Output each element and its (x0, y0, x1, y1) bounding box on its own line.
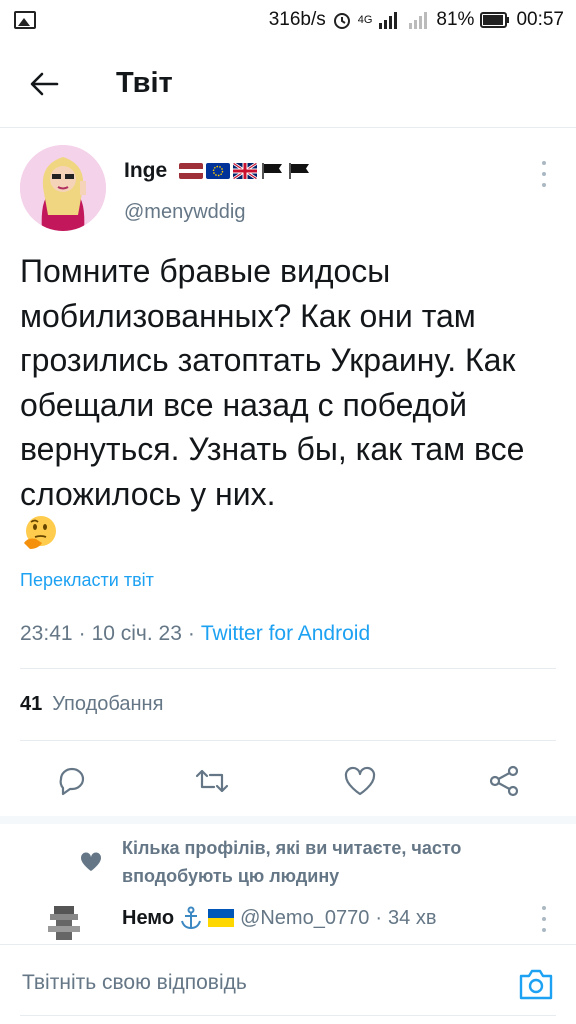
avatar[interactable] (20, 145, 106, 231)
camera-icon (519, 969, 553, 1000)
likes-label: Уподобання (52, 693, 164, 715)
clock: 00:57 (516, 9, 564, 30)
battery-percent: 81% (436, 9, 475, 30)
share-icon (489, 765, 519, 797)
separator-dot: · (187, 622, 195, 645)
back-button[interactable] (14, 54, 74, 114)
tweet-text: Помните бравые видосы мобилизованных? Ка… (20, 253, 525, 512)
avatar-image (20, 145, 106, 231)
black-flag-icon (262, 163, 283, 179)
eu-flag-icon (206, 163, 231, 179)
arrow-left-icon (30, 72, 59, 95)
tweet-actions (0, 755, 576, 805)
section-separator (0, 816, 576, 824)
tweet-detail: Inge @menywddig (0, 129, 576, 239)
divider (20, 740, 556, 741)
network-speed: 316b/s (268, 9, 326, 30)
signal-icon (379, 12, 398, 29)
uk-flag-icon (233, 163, 258, 179)
heart-icon (80, 852, 102, 871)
reply-tweet[interactable]: Немо @Nemo_0770 · 34 хв (0, 896, 576, 946)
anchor-icon (181, 906, 202, 930)
battery-icon (480, 12, 510, 28)
camera-button[interactable] (518, 967, 554, 1001)
author-name[interactable]: Inge (124, 159, 311, 183)
network-type: 4G (357, 14, 373, 26)
tweet-client-link[interactable]: Twitter for Android (201, 622, 370, 646)
reply-input[interactable] (22, 971, 462, 995)
tweet-date: 10 січ. 23 (91, 622, 182, 645)
tweet-time: 23:41 (20, 622, 73, 645)
composer-underline (20, 1015, 556, 1016)
author-flags (179, 163, 311, 179)
reply-more-options-button[interactable] (534, 906, 554, 932)
tweet-meta: 23:41 · 10 січ. 23 · Twitter for Android (20, 622, 370, 646)
share-button[interactable] (486, 763, 522, 799)
black-flag-icon (289, 163, 310, 179)
author-handle[interactable]: @menywddig (124, 201, 245, 224)
social-context-text: Кілька профілів, які ви читаєте, часто в… (122, 838, 462, 886)
retweet-button[interactable] (194, 763, 230, 799)
reply-button[interactable] (54, 763, 90, 799)
dot (542, 906, 546, 910)
top-app-bar: Твіт (0, 40, 576, 128)
latvia-flag-icon (179, 163, 204, 179)
likes-count-link[interactable]: 41 Уподобання (20, 693, 163, 716)
reply-time: 34 хв (388, 906, 437, 929)
reply-composer (0, 944, 576, 1024)
translate-tweet-link[interactable]: Перекласти твіт (20, 570, 154, 591)
thinking-face-icon (24, 516, 56, 549)
divider (20, 668, 556, 669)
reply-author-name[interactable]: Немо (122, 907, 174, 930)
dot (542, 928, 546, 932)
like-icon (344, 766, 376, 796)
retweet-icon (195, 769, 229, 793)
reply-header: Немо @Nemo_0770 · 34 хв (122, 906, 436, 930)
more-options-button[interactable] (534, 161, 554, 187)
tweet-author: Inge @menywddig (0, 129, 576, 239)
reply-avatar[interactable] (46, 904, 82, 946)
dot (542, 917, 546, 921)
separator-dot: · (78, 622, 86, 645)
ukraine-flag-icon (208, 909, 235, 927)
alarm-icon (333, 13, 350, 29)
like-button[interactable] (342, 763, 378, 799)
status-bar: 316b/s 4G 81% 00:57 (0, 0, 576, 40)
dot (542, 183, 546, 187)
reply-author-handle: @Nemo_0770 (240, 906, 370, 929)
reply-icon (59, 767, 85, 796)
separator-dot: · (375, 906, 383, 929)
dot (542, 161, 546, 165)
signal-weak-icon (409, 12, 428, 29)
image-notification-icon (14, 11, 36, 29)
page-title: Твіт (116, 67, 173, 99)
dot (542, 172, 546, 176)
likes-count: 41 (20, 693, 43, 715)
